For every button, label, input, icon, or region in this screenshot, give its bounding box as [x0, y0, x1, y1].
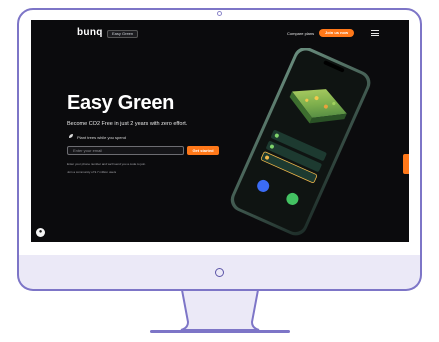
camera-icon [217, 11, 222, 16]
monitor-base [150, 330, 290, 333]
top-nav: bunq Easy Green Compare plans Join us no… [31, 20, 409, 44]
feedback-tab[interactable] [403, 154, 409, 174]
menu-icon[interactable] [371, 30, 379, 36]
product-badge[interactable]: Easy Green [107, 30, 139, 38]
hero-subtitle: Become CO2 Free in just 2 years with zer… [67, 121, 188, 127]
monitor-stand [180, 290, 260, 330]
disclaimer-text: Enter your phone number and we'll send y… [67, 162, 146, 166]
hero-title: Easy Green [67, 92, 175, 114]
community-text: Join a community of 9.7 million users [67, 170, 117, 174]
phone-mockup [230, 48, 371, 236]
website-screen: bunq Easy Green Compare plans Join us no… [31, 20, 409, 242]
leaf-icon [69, 134, 73, 138]
join-button[interactable]: Join us now [319, 29, 355, 37]
brand-logo[interactable]: bunq [77, 27, 103, 38]
get-started-button[interactable]: Get started [187, 146, 219, 155]
compare-plans-link[interactable]: Compare plans [287, 31, 314, 36]
power-button-icon [215, 268, 224, 277]
hero-feature: Plant trees while you spend [77, 135, 126, 140]
chat-icon[interactable]: ● [36, 228, 45, 237]
email-input[interactable]: Enter your email [67, 146, 184, 155]
